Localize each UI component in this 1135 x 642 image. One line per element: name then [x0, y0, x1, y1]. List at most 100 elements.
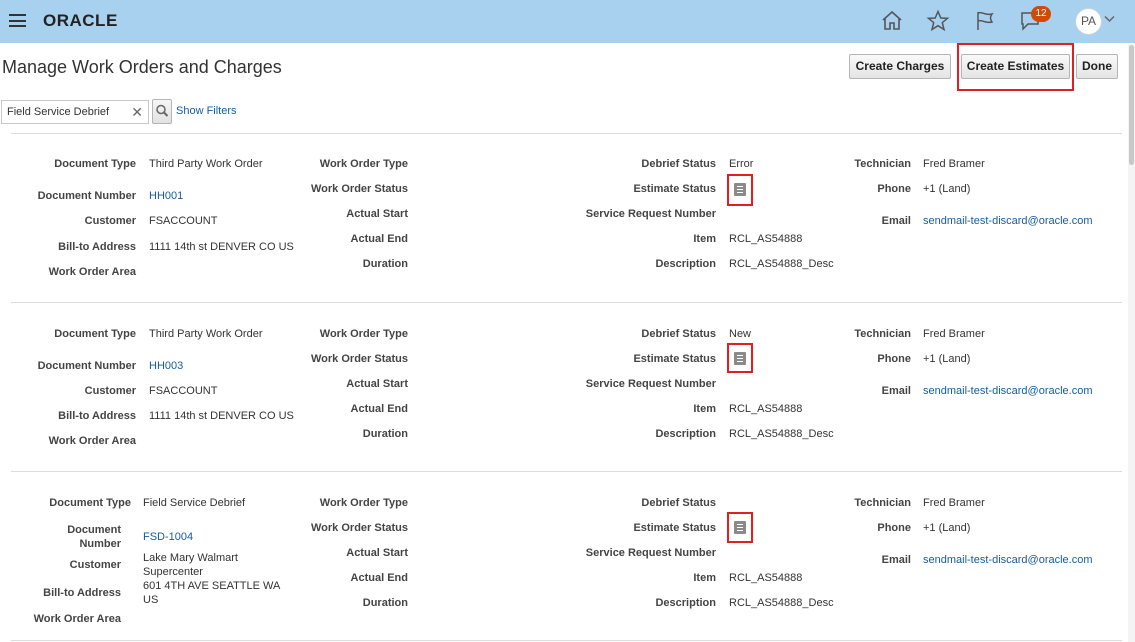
document-type-value: Third Party Work Order [149, 158, 263, 170]
chevron-down-icon[interactable] [1104, 15, 1115, 23]
debrief-status-label: Debrief Status [641, 328, 716, 340]
phone-label: Phone [877, 522, 911, 534]
duration-label: Duration [362, 258, 408, 270]
home-icon[interactable] [880, 9, 904, 33]
notification-count-badge[interactable]: 12 [1031, 6, 1051, 22]
bill-to-value: 1111 14th st DENVER CO US [149, 410, 294, 422]
bill-to-value: 1111 14th st DENVER CO US [149, 241, 294, 253]
document-number-link[interactable]: HH003 [149, 359, 183, 373]
phone-value: +1 (Land) [923, 522, 971, 534]
work-order-record: Document Type Third Party Work Order Doc… [0, 303, 1125, 463]
technician-value: Fred Bramer [923, 497, 985, 509]
clear-icon[interactable]: ✕ [131, 101, 143, 123]
work-order-area-label: Work Order Area [33, 613, 121, 625]
highlight-box [727, 343, 753, 373]
description-value: RCL_AS54888_Desc [729, 428, 834, 440]
actual-end-label: Actual End [350, 572, 408, 584]
debrief-status-value: Error [729, 158, 754, 170]
document-number-label: Document Number [37, 360, 136, 372]
technician-label: Technician [854, 497, 911, 509]
done-button[interactable]: Done [1076, 54, 1118, 79]
description-label: Description [655, 597, 716, 609]
service-request-number-label: Service Request Number [585, 547, 716, 559]
phone-value: +1 (Land) [923, 353, 971, 365]
customer-label: Customer [84, 215, 136, 227]
highlight-box [727, 174, 753, 206]
estimate-status-label: Estimate Status [633, 353, 716, 365]
service-request-number-label: Service Request Number [585, 378, 716, 390]
work-order-status-label: Work Order Status [311, 522, 408, 534]
phone-value: +1 (Land) [923, 183, 971, 195]
search-input[interactable]: Field Service Debrief ✕ [1, 100, 149, 124]
search-icon [156, 104, 169, 117]
email-link[interactable]: sendmail-test-discard@oracle.com [923, 384, 1093, 398]
document-number-label-line1: Document [67, 524, 121, 536]
phone-label: Phone [877, 183, 911, 195]
technician-value: Fred Bramer [923, 328, 985, 340]
debrief-status-label: Debrief Status [641, 497, 716, 509]
work-order-status-label: Work Order Status [311, 183, 408, 195]
menu-icon[interactable] [9, 14, 26, 27]
customer-label: Customer [84, 385, 136, 397]
actual-start-label: Actual Start [346, 547, 408, 559]
actual-start-label: Actual Start [346, 208, 408, 220]
actual-end-label: Actual End [350, 403, 408, 415]
document-type-value: Field Service Debrief [143, 497, 246, 509]
work-order-type-label: Work Order Type [319, 158, 408, 170]
work-order-area-label: Work Order Area [48, 435, 136, 447]
work-order-status-label: Work Order Status [311, 353, 408, 365]
bill-to-value-line1: 601 4TH AVE SEATTLE WA [143, 580, 281, 592]
debrief-status-value: New [729, 328, 752, 340]
bill-to-label: Bill-to Address [43, 587, 121, 599]
document-number-label-line2: Number [79, 538, 121, 550]
customer-value-line1: Lake Mary Walmart [143, 552, 238, 564]
document-type-label: Document Type [49, 497, 131, 509]
customer-value: FSACCOUNT [149, 215, 218, 227]
item-value: RCL_AS54888 [729, 572, 803, 584]
vertical-scrollbar[interactable] [1128, 43, 1135, 642]
bill-to-label: Bill-to Address [58, 241, 136, 253]
description-label: Description [655, 428, 716, 440]
work-order-area-label: Work Order Area [48, 266, 136, 278]
description-value: RCL_AS54888_Desc [729, 597, 834, 609]
work-order-record: Document Type Third Party Work Order Doc… [0, 133, 1125, 293]
scrollbar-thumb[interactable] [1129, 45, 1134, 165]
search-button[interactable] [152, 99, 172, 124]
email-label: Email [881, 215, 911, 227]
technician-value: Fred Bramer [923, 158, 985, 170]
show-filters-link[interactable]: Show Filters [176, 105, 237, 117]
item-label: Item [693, 403, 716, 415]
estimate-status-label: Estimate Status [633, 183, 716, 195]
email-link[interactable]: sendmail-test-discard@oracle.com [923, 214, 1093, 228]
item-value: RCL_AS54888 [729, 403, 803, 415]
bill-to-label: Bill-to Address [58, 410, 136, 422]
work-order-type-label: Work Order Type [319, 497, 408, 509]
user-avatar[interactable]: PA [1075, 8, 1102, 35]
highlight-box [727, 512, 753, 543]
item-label: Item [693, 572, 716, 584]
email-label: Email [881, 385, 911, 397]
divider [11, 640, 1122, 641]
duration-label: Duration [362, 597, 408, 609]
highlight-box [957, 43, 1074, 91]
actual-start-label: Actual Start [346, 378, 408, 390]
email-link[interactable]: sendmail-test-discard@oracle.com [923, 553, 1093, 567]
duration-label: Duration [362, 428, 408, 440]
create-charges-button[interactable]: Create Charges [849, 54, 951, 79]
search-input-value: Field Service Debrief [7, 106, 110, 118]
phone-label: Phone [877, 353, 911, 365]
oracle-logo[interactable]: ORACLE [43, 11, 118, 31]
customer-value-line2: Supercenter [143, 566, 203, 578]
document-number-link[interactable]: FSD-1004 [143, 530, 193, 544]
document-type-label: Document Type [54, 158, 136, 170]
document-number-link[interactable]: HH001 [149, 189, 183, 203]
estimate-status-label: Estimate Status [633, 522, 716, 534]
service-request-number-label: Service Request Number [585, 208, 716, 220]
actual-end-label: Actual End [350, 233, 408, 245]
bill-to-value-line2: US [143, 594, 159, 606]
favorites-star-icon[interactable] [926, 9, 950, 33]
work-order-record: Document Type Field Service Debrief Docu… [0, 472, 1125, 632]
item-value: RCL_AS54888 [729, 233, 803, 245]
flag-icon[interactable] [973, 9, 997, 33]
description-label: Description [655, 258, 716, 270]
